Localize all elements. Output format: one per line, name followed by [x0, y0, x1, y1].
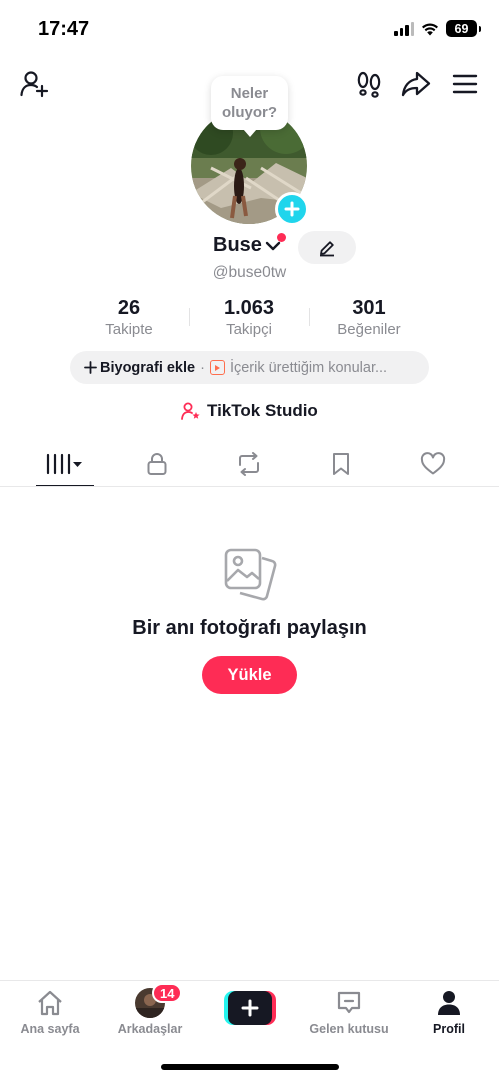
heart-icon	[420, 452, 446, 475]
tiktok-studio-label: TikTok Studio	[207, 401, 318, 420]
nav-inbox[interactable]: Gelen kutusu	[304, 987, 394, 1036]
friends-badge: 14	[152, 983, 183, 1003]
bio-pill: Biyografi ekle · İçerik ürettiğim konula…	[70, 351, 429, 384]
battery-indicator: 69	[446, 20, 481, 37]
create-button[interactable]	[224, 991, 276, 1025]
stat-likes-label: Beğeniler	[337, 321, 401, 338]
content-tabs	[19, 441, 479, 487]
share-profile-button[interactable]	[400, 68, 432, 100]
notification-dot	[277, 233, 286, 242]
stat-following-label: Takipte	[105, 321, 153, 338]
footprints-icon	[357, 71, 381, 98]
tab-reposts[interactable]	[203, 441, 295, 487]
tiktok-studio-button[interactable]: TikTok Studio	[181, 401, 318, 421]
share-icon	[401, 71, 431, 97]
tab-private[interactable]	[111, 441, 203, 487]
edit-profile-button[interactable]	[298, 231, 356, 264]
pencil-icon	[320, 240, 334, 256]
tabs-divider	[0, 486, 499, 487]
content-topics-label: İçerik ürettiğim konular...	[229, 359, 388, 376]
bio-separator: ·	[200, 359, 205, 376]
profile-name: Buse	[213, 234, 262, 256]
stat-following[interactable]: 26 Takipte	[69, 296, 189, 340]
inbox-icon	[337, 991, 361, 1014]
wifi-icon	[422, 23, 438, 35]
stat-likes[interactable]: 301 Beğeniler	[309, 296, 429, 340]
nav-profile-label: Profil	[433, 1022, 465, 1036]
repost-icon	[239, 452, 259, 476]
profile-icon	[438, 991, 460, 1015]
videos-grid-icon	[46, 453, 82, 475]
stat-following-value: 26	[117, 297, 141, 319]
add-friend-button[interactable]	[18, 68, 50, 100]
nav-profile[interactable]: Profil	[404, 987, 494, 1036]
add-bio-button[interactable]: Biyografi ekle	[84, 360, 195, 376]
profile-views-button[interactable]	[353, 68, 385, 100]
nav-home-label: Ana sayfa	[20, 1022, 80, 1036]
plus-icon	[84, 361, 97, 374]
nav-friends-label: Arkadaşlar	[117, 1022, 183, 1036]
add-story-button[interactable]	[275, 192, 309, 226]
nav-inbox-label: Gelen kutusu	[309, 1022, 389, 1036]
menu-button[interactable]	[449, 68, 481, 100]
story-prompt-bubble[interactable]: Neler oluyor?	[211, 76, 288, 137]
status-time: 17:47	[38, 18, 90, 40]
plus-icon	[241, 999, 259, 1017]
tab-liked[interactable]	[387, 441, 479, 487]
add-friend-icon	[20, 71, 49, 98]
status-bar: 17:47 69	[0, 0, 499, 56]
tab-videos[interactable]	[19, 441, 111, 487]
stat-followers-label: Takipçi	[226, 321, 272, 338]
home-indicator	[161, 1064, 339, 1070]
profile-handle: @buse0tw	[212, 264, 287, 281]
lock-icon	[147, 453, 167, 475]
content-topics-button[interactable]: İçerik ürettiğim konular...	[209, 359, 388, 376]
stat-followers-value: 1.063	[223, 297, 275, 319]
profile-stats: 26 Takipte 1.063 Takipçi 301 Beğeniler	[69, 296, 429, 340]
menu-icon	[452, 74, 478, 94]
photos-icon	[224, 548, 277, 601]
video-play-icon	[209, 360, 225, 375]
tab-saved[interactable]	[295, 441, 387, 487]
upload-button[interactable]: Yükle	[202, 656, 297, 694]
studio-person-icon	[181, 402, 200, 420]
cellular-signal-icon	[394, 21, 414, 36]
nav-home[interactable]: Ana sayfa	[5, 987, 95, 1036]
account-switcher[interactable]: Buse	[213, 233, 286, 257]
stat-followers[interactable]: 1.063 Takipçi	[189, 296, 309, 340]
stat-likes-value: 301	[352, 297, 386, 319]
empty-state-title: Bir anı fotoğrafı paylaşın	[132, 617, 367, 639]
bookmark-icon	[333, 453, 349, 475]
plus-icon	[284, 201, 300, 217]
add-bio-label: Biyografi ekle	[100, 359, 196, 376]
status-icons: 69	[394, 20, 481, 37]
home-icon	[38, 990, 62, 1016]
